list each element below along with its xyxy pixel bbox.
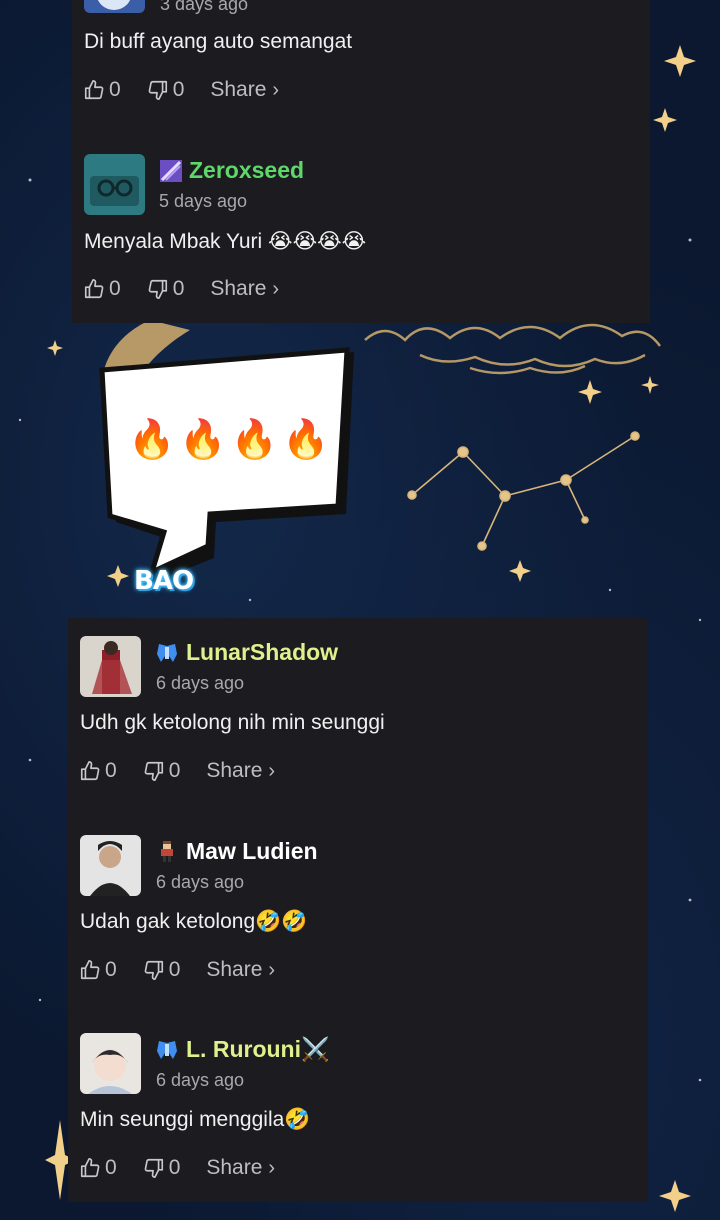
dislike-count: 0	[168, 958, 181, 981]
share-label: Share	[206, 1156, 263, 1179]
share-button[interactable]: Share ›	[206, 759, 275, 783]
comment-text: Min seunggi menggila🤣	[80, 1108, 311, 1131]
comment-text: Udh gk ketolong nih min seunggi	[80, 711, 385, 734]
speech-bubble-sticker	[92, 340, 360, 600]
avatar[interactable]	[80, 835, 141, 896]
comment-username[interactable]: L. Rurouni⚔️	[186, 1036, 330, 1063]
share-label: Share	[206, 958, 263, 981]
sticker-flames: 🔥🔥🔥🔥	[128, 419, 334, 461]
thumbs-down-icon	[148, 80, 167, 100]
thumbs-up-icon	[80, 1158, 100, 1178]
comment-actions: 0 0 Share ›	[79, 757, 275, 785]
avatar[interactable]	[84, 0, 145, 13]
share-button[interactable]: Share ›	[210, 78, 279, 102]
share-label: Share	[210, 78, 267, 101]
purple-rank-badge-icon	[159, 160, 183, 182]
dislike-count: 0	[168, 759, 181, 782]
thumbs-down-icon	[148, 279, 167, 299]
pixel-character-badge-icon	[155, 841, 179, 863]
chevron-right-icon: ›	[268, 759, 276, 782]
like-button[interactable]: 0	[79, 759, 117, 783]
comment-text: Menyala Mbak Yuri 😭😭😭😭	[84, 230, 367, 253]
comment-text: Udah gak ketolong🤣🤣	[80, 910, 308, 933]
share-button[interactable]: Share ›	[210, 277, 279, 301]
thumbs-up-icon	[84, 279, 104, 299]
thumbs-up-icon	[80, 761, 100, 781]
comment-actions: 0 0 Share ›	[79, 956, 275, 984]
comment-time: 3 days ago	[160, 0, 249, 14]
comment-time: 6 days ago	[156, 673, 245, 693]
thumbs-down-icon	[144, 761, 163, 781]
like-button[interactable]: 0	[83, 78, 121, 102]
comment-actions: 0 0 Share ›	[83, 76, 279, 104]
comment-username[interactable]: Maw Ludien	[186, 838, 318, 865]
like-button[interactable]: 0	[83, 277, 121, 301]
dislike-count: 0	[172, 277, 185, 300]
chevron-right-icon: ›	[272, 277, 280, 300]
share-button[interactable]: Share ›	[206, 1156, 275, 1180]
blue-wings-badge-icon	[155, 1039, 179, 1061]
share-button[interactable]: Share ›	[206, 958, 275, 982]
comment-text: Di buff ayang auto semangat	[84, 30, 353, 53]
comment-username[interactable]: Zeroxseed	[189, 157, 304, 184]
dislike-button[interactable]: 0	[143, 958, 181, 982]
like-count: 0	[105, 958, 117, 981]
dislike-count: 0	[168, 1156, 181, 1179]
like-count: 0	[105, 1156, 117, 1179]
chevron-right-icon: ›	[268, 1156, 276, 1179]
dislike-button[interactable]: 0	[143, 1156, 181, 1180]
thumbs-up-icon	[84, 80, 104, 100]
dislike-button[interactable]: 0	[143, 759, 181, 783]
comment-card-top: 3 days ago Di buff ayang auto semangat 0…	[72, 0, 650, 323]
thumbs-up-icon	[80, 960, 100, 980]
comment-username[interactable]: LunarShadow	[186, 639, 338, 666]
dislike-count: 0	[172, 78, 185, 101]
avatar[interactable]	[80, 1033, 141, 1094]
comment-time: 6 days ago	[156, 872, 245, 892]
avatar[interactable]	[80, 636, 141, 697]
comment-actions: 0 0 Share ›	[79, 1154, 275, 1182]
share-label: Share	[210, 277, 267, 300]
like-count: 0	[105, 759, 117, 782]
like-count: 0	[109, 277, 121, 300]
dislike-button[interactable]: 0	[147, 78, 185, 102]
bao-logo: BAO	[134, 566, 194, 596]
comment-time: 5 days ago	[159, 191, 248, 211]
like-button[interactable]: 0	[79, 1156, 117, 1180]
comment-card-bottom: LunarShadow 6 days ago Udh gk ketolong n…	[68, 618, 648, 1202]
comment-actions: 0 0 Share ›	[83, 275, 279, 303]
dislike-button[interactable]: 0	[147, 277, 185, 301]
like-button[interactable]: 0	[79, 958, 117, 982]
chevron-right-icon: ›	[268, 958, 276, 981]
like-count: 0	[109, 78, 121, 101]
comment-time: 6 days ago	[156, 1070, 245, 1090]
blue-wings-badge-icon	[155, 642, 179, 664]
thumbs-down-icon	[144, 960, 163, 980]
thumbs-down-icon	[144, 1158, 163, 1178]
chevron-right-icon: ›	[272, 78, 280, 101]
share-label: Share	[206, 759, 263, 782]
avatar[interactable]	[84, 154, 145, 215]
